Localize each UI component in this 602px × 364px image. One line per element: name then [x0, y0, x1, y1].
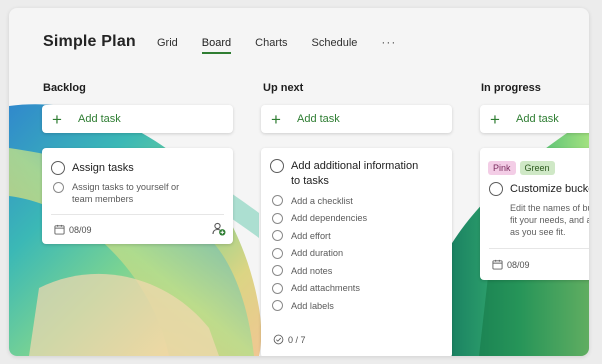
checklist: Add a checklist Add dependencies Add eff… [272, 192, 367, 315]
task-title: Add additional information to tasks [291, 159, 418, 189]
task-title: Customize bucket [510, 183, 589, 195]
checklist-item-checkbox[interactable] [272, 212, 283, 224]
checklist-item-label: Add duration [291, 248, 344, 259]
tab-schedule[interactable]: Schedule [312, 37, 358, 54]
calendar-icon [492, 259, 503, 270]
add-task-button-up-next[interactable]: + Add task [261, 105, 452, 133]
bucket-title-backlog[interactable]: Backlog [43, 82, 86, 94]
checklist-item-label: Assign tasks to yourself or team members [72, 182, 180, 204]
tab-grid[interactable]: Grid [157, 37, 178, 54]
view-tabs: Grid Board Charts Schedule ··· [157, 35, 396, 54]
checklist-item-checkbox[interactable] [53, 182, 64, 193]
add-task-label: Add task [516, 113, 559, 125]
checklist-item: Add a checklist [272, 192, 367, 210]
checklist-progress-text: 0 / 7 [288, 334, 306, 345]
plan-header: Simple Plan Grid Board Charts Schedule ·… [9, 8, 589, 74]
tab-board[interactable]: Board [201, 37, 232, 54]
plus-icon: + [52, 109, 62, 129]
checklist-item: Add labels [272, 297, 367, 315]
due-date-text: 08/09 [69, 224, 92, 235]
bucket-title-in-progress[interactable]: In progress [481, 82, 541, 94]
person-add-icon[interactable] [212, 222, 226, 236]
plus-icon: + [490, 109, 500, 129]
checklist-item: Add duration [272, 245, 367, 263]
add-task-label: Add task [297, 113, 340, 125]
task-title-row: Assign tasks [51, 161, 134, 176]
checklist-progress: 0 / 7 [273, 334, 306, 345]
task-title-line: Add additional information [291, 160, 419, 172]
checklist-item-checkbox[interactable] [272, 282, 283, 294]
more-views-icon[interactable]: ··· [381, 35, 396, 49]
task-title-line: to tasks [291, 175, 329, 187]
task-description-line: Edit the names of buck [510, 203, 589, 213]
complete-task-checkbox[interactable] [270, 159, 284, 173]
checklist-item-label: Add attachments [291, 283, 360, 294]
complete-task-checkbox[interactable] [489, 182, 503, 196]
checklist-item: Add dependencies [272, 210, 367, 228]
task-card-customize-buckets[interactable]: Pink Green Customize bucket Edit the name… [480, 148, 589, 280]
add-task-label: Add task [78, 113, 121, 125]
checklist-item-label: Add dependencies [291, 213, 368, 224]
card-divider [51, 214, 224, 215]
task-card-additional-info[interactable]: Add additional information to tasks Add … [261, 148, 452, 356]
task-description: Edit the names of buck fit your needs, a… [510, 202, 589, 238]
complete-task-checkbox[interactable] [51, 161, 65, 175]
task-description-line: as you see fit. [510, 227, 566, 237]
task-title: Assign tasks [72, 162, 134, 174]
checklist-item: Add attachments [272, 280, 367, 298]
plan-title: Simple Plan [43, 33, 136, 50]
checklist-item-checkbox[interactable] [272, 300, 283, 312]
checklist-item-label: Add labels [291, 300, 334, 311]
add-task-button-in-progress[interactable]: + Add task [480, 105, 589, 133]
add-task-button-backlog[interactable]: + Add task [42, 105, 233, 133]
task-card-assign-tasks[interactable]: Assign tasks Assign tasks to yourself or… [42, 148, 233, 244]
tab-charts[interactable]: Charts [255, 37, 287, 54]
plus-icon: + [271, 109, 281, 129]
checklist-item-checkbox[interactable] [272, 247, 283, 259]
checklist-item: Add notes [272, 262, 367, 280]
due-date-text: 08/09 [507, 259, 530, 270]
due-date: 08/09 [492, 259, 530, 270]
task-description-line: fit your needs, and a [510, 215, 589, 225]
checklist-item: Add effort [272, 227, 367, 245]
due-date: 08/09 [54, 224, 92, 235]
checklist-item-checkbox[interactable] [272, 230, 283, 242]
checklist-item-label: Add effort [291, 230, 331, 241]
checklist-progress-icon [273, 334, 284, 345]
checklist-item-label: Add notes [291, 265, 333, 276]
bucket-title-up-next[interactable]: Up next [263, 82, 303, 94]
checklist-item-checkbox[interactable] [272, 195, 283, 207]
label-chip-green: Green [519, 161, 555, 175]
task-labels: Pink Green [488, 158, 559, 176]
card-divider [489, 248, 589, 249]
checklist-item: Assign tasks to yourself or team members [53, 181, 190, 205]
checklist-item-label: Add a checklist [291, 195, 353, 206]
planner-window: Simple Plan Grid Board Charts Schedule ·… [9, 8, 589, 356]
calendar-icon [54, 224, 65, 235]
task-title-row: Customize bucket [489, 182, 589, 197]
label-chip-pink: Pink [488, 161, 516, 175]
checklist-item-checkbox[interactable] [272, 265, 283, 277]
task-title-row: Add additional information to tasks [270, 159, 418, 189]
